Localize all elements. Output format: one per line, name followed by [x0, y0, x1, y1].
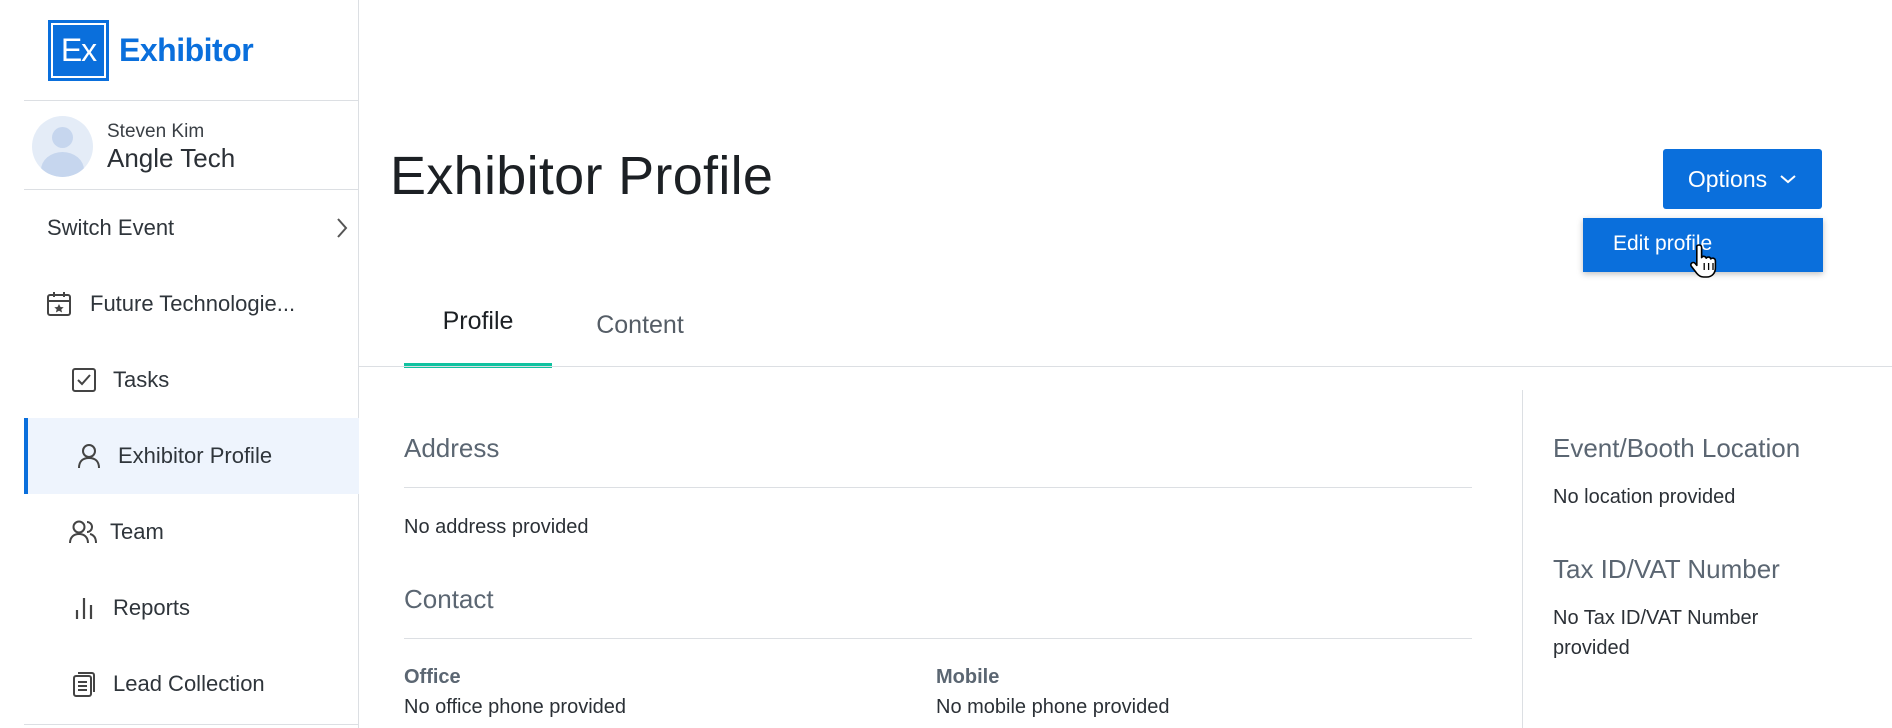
options-button[interactable]: Options [1663, 149, 1822, 209]
avatar [32, 116, 93, 177]
divider [404, 638, 1472, 639]
tax-value-line1: No Tax ID/VAT Number [1553, 607, 1759, 629]
switch-event-label: Switch Event [47, 215, 175, 240]
calendar-star-icon [44, 289, 74, 319]
mobile-value: No mobile phone provided [936, 696, 1170, 718]
sidebar-item-label: Lead Collection [113, 671, 265, 696]
sidebar-item-label: Tasks [113, 367, 170, 392]
switch-event-item[interactable]: Switch Event [24, 190, 359, 266]
mobile-label: Mobile [936, 666, 1000, 688]
sidebar-item-label: Team [110, 519, 164, 544]
logo[interactable]: Ex Exhibitor [48, 20, 254, 81]
main-content: Exhibitor Profile Options Edit profile P… [359, 0, 1892, 728]
divider [404, 487, 1472, 488]
divider [24, 100, 359, 101]
logo-text: Exhibitor [119, 32, 254, 68]
divider [24, 724, 359, 725]
sidebar: Ex Exhibitor Steven Kim Angle Tech Switc… [24, 0, 359, 728]
person-icon [74, 441, 104, 471]
checkbox-icon [69, 365, 99, 395]
tab-profile[interactable]: Profile [404, 290, 552, 368]
options-button-label: Options [1687, 165, 1768, 192]
office-value: No office phone provided [404, 696, 627, 718]
bar-chart-icon [69, 593, 99, 623]
page-title: Exhibitor Profile [390, 146, 774, 206]
user-company: Angle Tech [107, 142, 236, 173]
address-section-title: Address [404, 433, 500, 463]
sidebar-item-exhibitor-profile[interactable]: Exhibitor Profile [24, 418, 359, 494]
contact-section-title: Contact [404, 584, 494, 614]
sidebar-item-label: Reports [113, 595, 191, 620]
location-value: No location provided [1553, 486, 1736, 508]
location-section-title: Event/Booth Location [1553, 433, 1801, 463]
sidebar-item-tasks[interactable]: Tasks [24, 342, 359, 418]
office-label: Office [404, 666, 461, 688]
sidebar-event-label: Future Technologie... [90, 291, 296, 316]
sidebar-item-lead-collection[interactable]: Lead Collection [24, 646, 359, 722]
logo-mark-text: Ex [60, 32, 97, 68]
tab-bar: Profile Content [404, 290, 728, 368]
document-stack-icon [69, 669, 99, 699]
chevron-right-icon [337, 218, 348, 238]
hand-pointer-icon [1690, 244, 1717, 278]
tab-content[interactable]: Content [552, 290, 728, 368]
tax-value-line2: provided [1553, 637, 1630, 659]
tax-section-title: Tax ID/VAT Number [1553, 554, 1780, 584]
address-value: No address provided [404, 516, 589, 538]
sidebar-item-event[interactable]: Future Technologie... [24, 266, 359, 342]
sidebar-item-team[interactable]: Team [24, 494, 359, 570]
team-icon [68, 517, 98, 547]
column-divider [1522, 390, 1523, 728]
user-name: Steven Kim [107, 120, 205, 142]
logo-mark: Ex [48, 20, 109, 81]
tab-divider [359, 366, 1892, 367]
sidebar-item-reports[interactable]: Reports [24, 570, 359, 646]
chevron-down-icon [1780, 175, 1796, 184]
sidebar-item-label: Exhibitor Profile [118, 443, 273, 468]
user-info[interactable]: Steven Kim Angle Tech [32, 116, 235, 177]
